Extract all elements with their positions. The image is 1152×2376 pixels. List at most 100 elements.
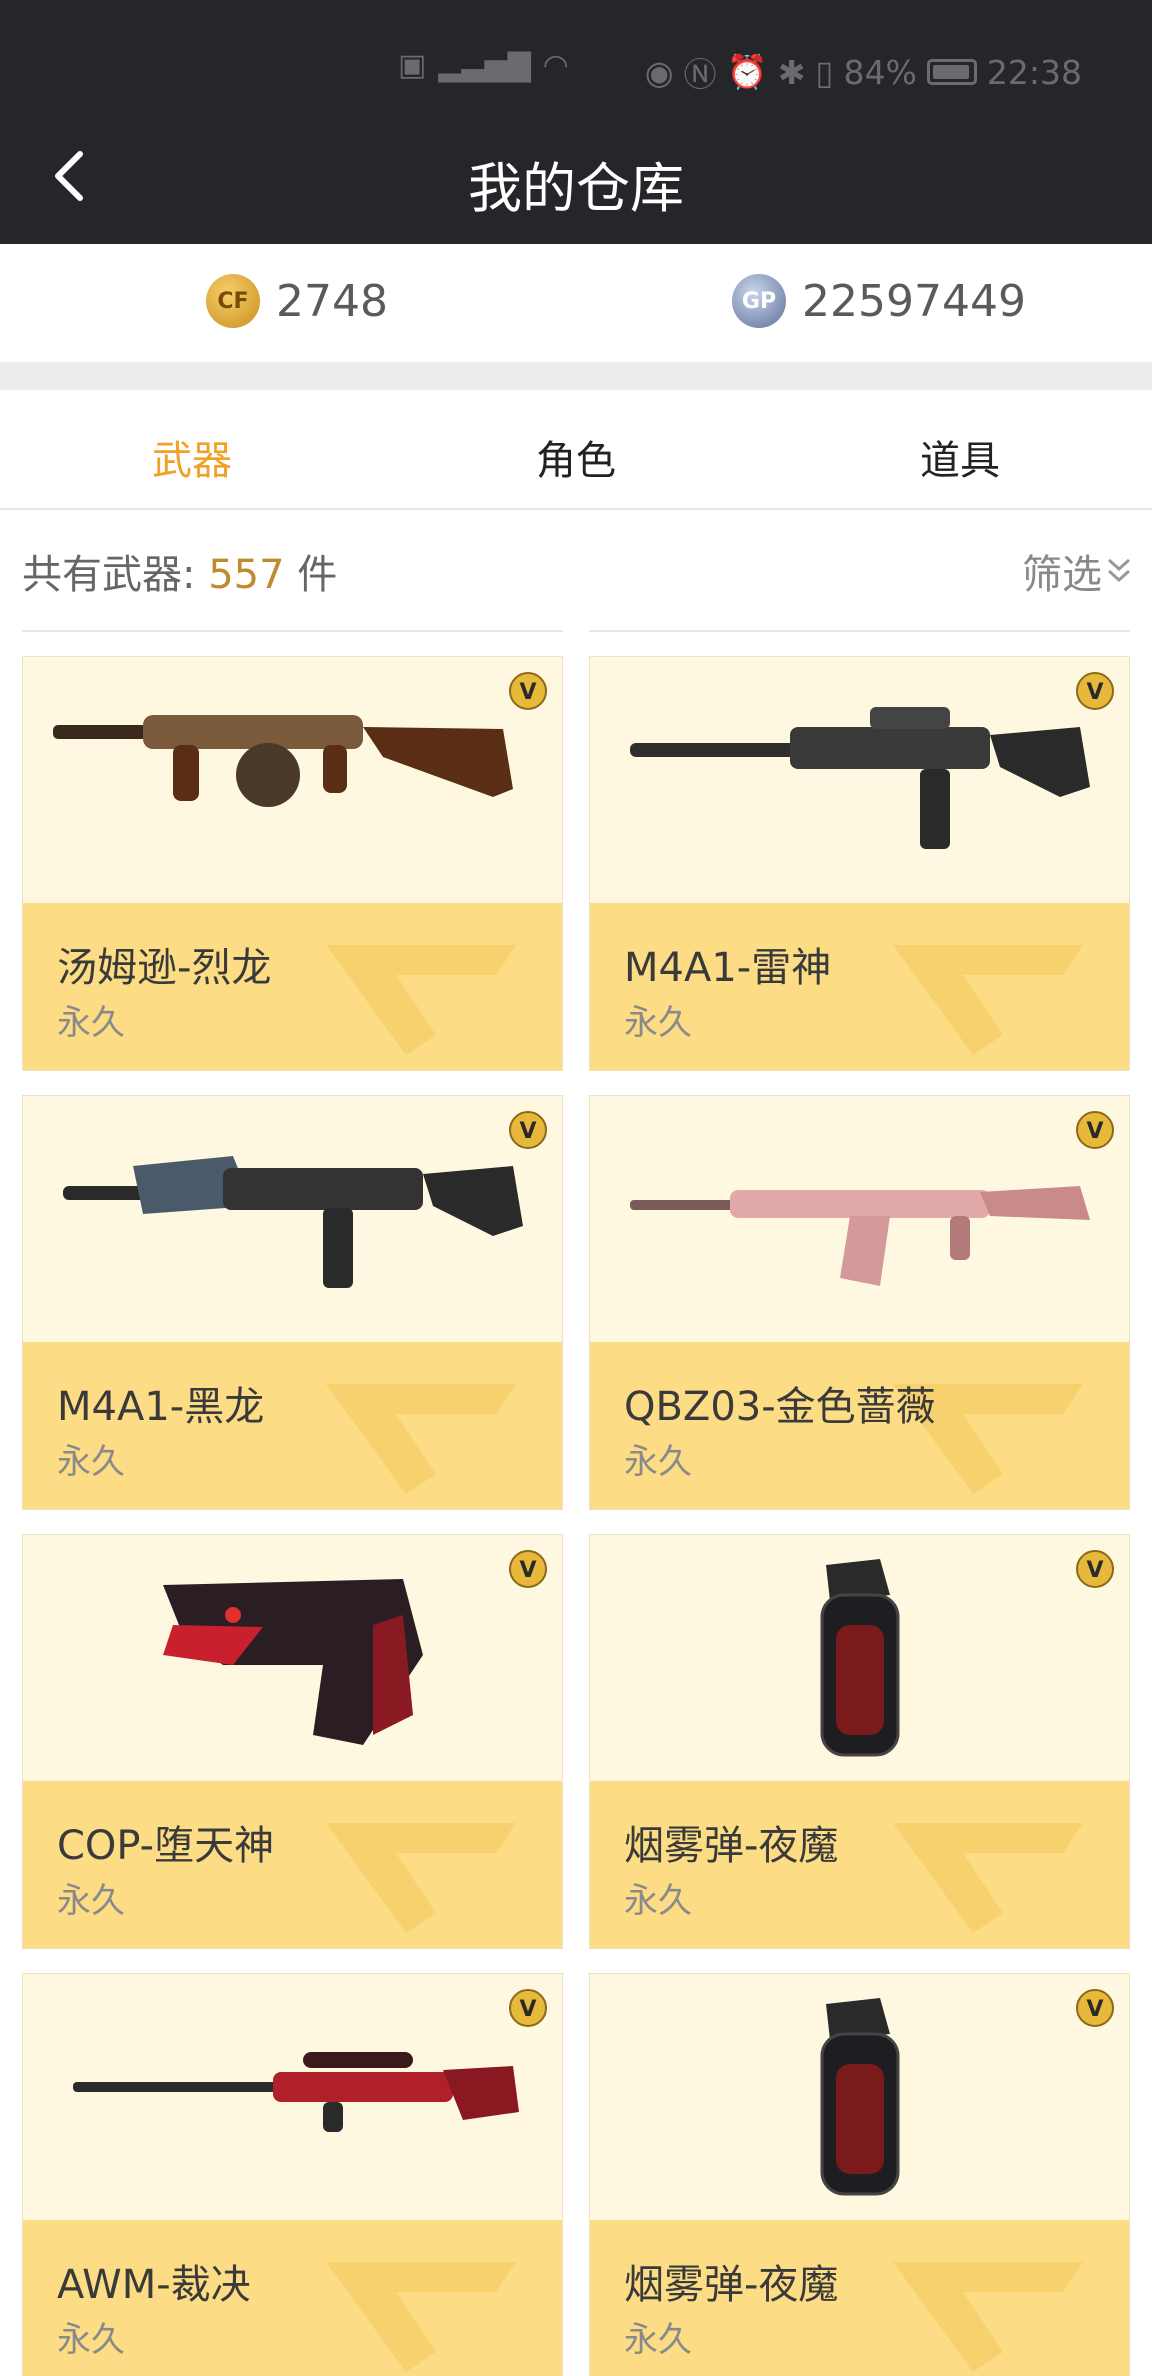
cf-watermark-icon: [893, 945, 1083, 1055]
svg-text:V: V: [1086, 1119, 1103, 1144]
cf-watermark-icon: [326, 1384, 516, 1494]
weapon-duration: 永久: [57, 2320, 125, 2360]
weapon-count-label: 共有武器:: [22, 552, 196, 598]
status-right: ◉ Ⓝ ⏰ ✱ ▯ 84% 22:38: [645, 48, 1082, 96]
weapon-card[interactable]: V 烟雾弹-夜魔 永久: [589, 1973, 1130, 2376]
double-chevron-down-icon: [1107, 558, 1131, 583]
weapon-info: M4A1-雷神 永久: [590, 903, 1129, 1070]
weapon-image: V: [590, 657, 1129, 903]
thompson-gun-icon: [53, 715, 513, 807]
page-title: 我的仓库: [468, 157, 684, 220]
weapon-card[interactable]: V M4A1-黑龙 永久: [22, 1095, 563, 1510]
tab-items[interactable]: 道具: [768, 428, 1152, 486]
weapon-image: V: [590, 1974, 1129, 2220]
weapon-info: 烟雾弹-夜魔 永久: [590, 2220, 1129, 2376]
vip-badge-icon: V: [509, 1550, 547, 1588]
weapon-info: AWM-裁决 永久: [23, 2220, 562, 2376]
cf-coin-icon: CF: [206, 274, 260, 328]
weapon-name: 汤姆逊-烈龙: [57, 945, 272, 991]
tab-characters[interactable]: 角色: [384, 428, 768, 486]
weapon-card[interactable]: V 汤姆逊-烈龙 永久: [22, 656, 563, 1071]
svg-text:V: V: [1086, 1558, 1103, 1583]
cf-watermark-icon: [326, 945, 516, 1055]
weapon-count: 共有武器: 557 件: [22, 542, 337, 600]
weapon-card[interactable]: V AWM-裁决 永久: [22, 1973, 563, 2376]
weapon-duration: 永久: [57, 1881, 125, 1921]
weapon-name: 烟雾弹-夜魔: [624, 2262, 839, 2308]
vip-badge-icon: V: [1076, 1111, 1114, 1149]
weapon-card[interactable]: V 烟雾弹-夜魔 永久: [589, 1534, 1130, 1949]
weapon-duration: 永久: [624, 1442, 692, 1482]
vip-badge-icon: V: [509, 1111, 547, 1149]
category-tabs: 武器 角色 道具: [0, 390, 1152, 510]
bluetooth-icon: ✱: [777, 52, 806, 92]
eye-icon: ◉: [644, 52, 674, 92]
gp-points-value: 22597449: [802, 275, 1026, 327]
n-icon: Ⓝ: [683, 55, 717, 94]
weapon-image: V: [23, 1096, 562, 1342]
weapon-card[interactable]: V COP-堕天神 永久: [22, 1534, 563, 1949]
alarm-icon: ⏰: [726, 52, 768, 91]
divider: [22, 630, 563, 632]
weapon-image: V: [23, 657, 562, 903]
battery-icon: [926, 59, 977, 85]
weapon-duration: 永久: [624, 1003, 692, 1043]
vip-badge-icon: V: [509, 672, 547, 710]
svg-text:V: V: [1086, 680, 1103, 705]
weapon-info: COP-堕天神 永久: [23, 1781, 562, 1948]
weapon-duration: 永久: [57, 1442, 125, 1482]
nfc-icon: ▣: [398, 48, 427, 83]
nav-bar: 我的仓库: [0, 108, 1152, 244]
filter-label: 筛选: [1022, 552, 1102, 598]
weapon-name: 烟雾弹-夜魔: [624, 1823, 839, 1869]
svg-text:V: V: [519, 1558, 536, 1583]
cf-watermark-icon: [893, 1823, 1083, 1933]
currency-bar: CF 2748 GP 22597449: [0, 244, 1152, 362]
cf-watermark-icon: [893, 2262, 1083, 2372]
weapon-info: 汤姆逊-烈龙 永久: [23, 903, 562, 1070]
weapon-info: QBZ03-金色蔷薇 永久: [590, 1342, 1129, 1509]
svg-text:V: V: [519, 1119, 536, 1144]
count-bar: 共有武器: 557 件 筛选: [0, 512, 1152, 630]
weapon-card[interactable]: V M4A1-雷神 永久: [589, 656, 1130, 1071]
weapon-image: V: [23, 1974, 562, 2220]
status-bar: ▣ ▂▃▅▇ ◠ ◉ Ⓝ ⏰ ✱ ▯ 84% 22:38: [0, 0, 1152, 108]
weapon-info: M4A1-黑龙 永久: [23, 1342, 562, 1509]
section-gap: [0, 362, 1152, 390]
weapon-image: V: [23, 1535, 562, 1781]
gp-coin-icon: GP: [732, 274, 786, 328]
vip-badge-icon: V: [1076, 1550, 1114, 1588]
weapon-image: V: [590, 1535, 1129, 1781]
vibrate-icon: ▯: [815, 52, 834, 92]
tab-weapons[interactable]: 武器: [0, 428, 384, 486]
weapon-name: QBZ03-金色蔷薇: [624, 1384, 936, 1430]
weapon-duration: 永久: [57, 1003, 125, 1043]
svg-text:V: V: [519, 1997, 536, 2022]
signal-icon: ▂▃▅▇: [438, 48, 531, 83]
gp-points: GP 22597449: [732, 274, 1026, 328]
weapon-count-unit: 件: [297, 552, 338, 598]
m4a1-rifle-icon: [630, 707, 1090, 849]
weapon-count-value: 557: [208, 552, 285, 598]
smoke-grenade-icon: [820, 1998, 900, 2196]
smoke-grenade-icon: [820, 1559, 900, 1757]
weapon-duration: 永久: [624, 1881, 692, 1921]
cf-watermark-icon: [326, 2262, 516, 2372]
awm-sniper-icon: [73, 2052, 519, 2132]
status-left: ▣ ▂▃▅▇ ◠: [398, 48, 569, 83]
svg-text:V: V: [1086, 1997, 1103, 2022]
clock: 22:38: [986, 52, 1082, 92]
vip-badge-icon: V: [509, 1989, 547, 2027]
svg-text:V: V: [519, 680, 536, 705]
cf-points: CF 2748: [206, 274, 388, 328]
weapon-name: M4A1-雷神: [624, 945, 832, 991]
weapon-name: M4A1-黑龙: [57, 1384, 265, 1430]
weapon-duration: 永久: [624, 2320, 692, 2360]
weapon-info: 烟雾弹-夜魔 永久: [590, 1781, 1129, 1948]
filter-button[interactable]: 筛选: [1022, 542, 1132, 600]
vip-badge-icon: V: [1076, 672, 1114, 710]
weapon-card[interactable]: V QBZ03-金色蔷薇 永久: [589, 1095, 1130, 1510]
cf-watermark-icon: [326, 1823, 516, 1933]
divider: [589, 630, 1130, 632]
weapon-name: AWM-裁决: [57, 2262, 251, 2308]
